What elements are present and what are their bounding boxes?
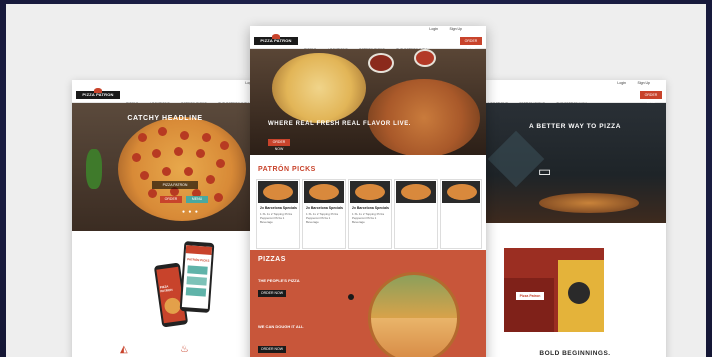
- presentation-frame: Login PIZZA PATRON PIZZAS LOCATIONS PATR…: [6, 4, 706, 357]
- decorative-pattern: [487, 130, 545, 188]
- tomato-bowl-image: [414, 49, 436, 67]
- section-title-patron-picks: PATRÓN PICKS: [258, 166, 316, 173]
- carousel-dots[interactable]: ● ● ●: [182, 209, 199, 215]
- right-page-mockup: Login Sign Up LOCATIONS PATRON PICKS THE…: [484, 80, 666, 357]
- section-title-bold-beginnings: BOLD BEGINNINGS.: [539, 350, 611, 357]
- nav-bar: PIZZA PATRON PIZZAS LOCATIONS PATRON PIC…: [72, 88, 258, 106]
- pick-card[interactable]: 2x Barcelona Specials 1 XL 1x 2 Topping …: [256, 179, 300, 249]
- center-page-mockup: Login Sign Up PIZZA PATRON PIZZAS LOCATI…: [250, 26, 486, 357]
- signup-link[interactable]: Sign Up: [450, 27, 462, 31]
- hero-title: CATCHY HEADLINE: [127, 115, 203, 122]
- order-now-button[interactable]: ORDER NOW: [460, 37, 482, 51]
- nav-bar: PIZZA PATRON PIZZAS LOCATIONS PATRON PIC…: [250, 34, 486, 52]
- top-utility-bar: Login: [72, 80, 258, 88]
- hero-section: A BETTER WAY TO PIZZA ▭: [484, 103, 666, 223]
- hero-section: WHERE REAL FRESH REAL FLAVOR LIVE. ORDER…: [250, 49, 486, 155]
- order-now-button[interactable]: ORDER NOW: [640, 91, 662, 105]
- pizzas-order-button[interactable]: ORDER NOW: [258, 290, 286, 297]
- store-sign: Pizza Patron: [516, 292, 544, 300]
- login-link[interactable]: Login: [429, 27, 438, 31]
- store-front-image: Pizza Patron: [504, 248, 604, 332]
- phone-mockup-front: PATRÓN PICKS: [179, 241, 215, 313]
- top-utility-bar: Login Sign Up: [484, 80, 666, 88]
- sauce-bowl-image: [368, 53, 394, 73]
- hero-title: WHERE REAL FRESH REAL FLAVOR LIVE.: [268, 121, 412, 127]
- pick-card[interactable]: 2x Barcelona Specials 1 XL 1x 2 Topping …: [302, 179, 346, 249]
- hero-title: A BETTER WAY TO PIZZA: [528, 123, 622, 130]
- signup-link[interactable]: Sign Up: [638, 81, 650, 85]
- brand-logo[interactable]: PIZZA PATRON: [254, 34, 298, 45]
- half-and-half-pizza-image: [368, 272, 460, 357]
- jalapeno-pepper-image: [86, 149, 102, 189]
- pick-card[interactable]: 2x Barcelona Specials 1 XL 1x 2 Topping …: [348, 179, 392, 249]
- hero-order-button[interactable]: ORDER NOW: [268, 139, 290, 151]
- hero-badge: PIZZA PATRON: [152, 181, 198, 189]
- pizzas-subtitle: THE PEOPLE'S PIZZA: [258, 278, 300, 283]
- pizzas-order-button-2[interactable]: ORDER NOW: [258, 346, 286, 353]
- hero-section: CATCHY HEADLINE PIZZA PATRON ORDER MENU …: [72, 103, 258, 231]
- veggie-pizza-image: [272, 53, 366, 123]
- pick-card-partial[interactable]: [394, 179, 438, 249]
- pizza-image: [539, 193, 639, 213]
- brand-logo[interactable]: PIZZA PATRON: [76, 88, 120, 99]
- slider-handle[interactable]: [348, 294, 354, 300]
- meat-pizza-image: [368, 79, 480, 155]
- hero-menu-button[interactable]: MENU: [186, 196, 208, 203]
- login-link[interactable]: Login: [617, 81, 626, 85]
- pizzas-title: PIZZAS: [258, 256, 286, 263]
- pepperoni-pizza-image: [118, 117, 246, 221]
- video-camera-icon[interactable]: ▭: [538, 163, 551, 180]
- nav-bar: LOCATIONS PATRON PICKS THE PATRON WAY OR…: [484, 88, 666, 106]
- pizzas-section: PIZZAS THE PEOPLE'S PIZZA ORDER NOW WE C…: [250, 250, 486, 357]
- pizza-slice-icon: ◭: [120, 344, 128, 355]
- top-utility-bar: Login Sign Up: [250, 26, 486, 34]
- pick-card-partial[interactable]: [440, 179, 482, 249]
- chef-hat-icon: ♨: [180, 344, 189, 355]
- left-page-mockup: Login PIZZA PATRON PIZZAS LOCATIONS PATR…: [72, 80, 258, 357]
- pizzas-subtitle-2: WE CAN DOUGH IT ALL: [258, 324, 304, 329]
- hero-order-button[interactable]: ORDER: [160, 196, 182, 203]
